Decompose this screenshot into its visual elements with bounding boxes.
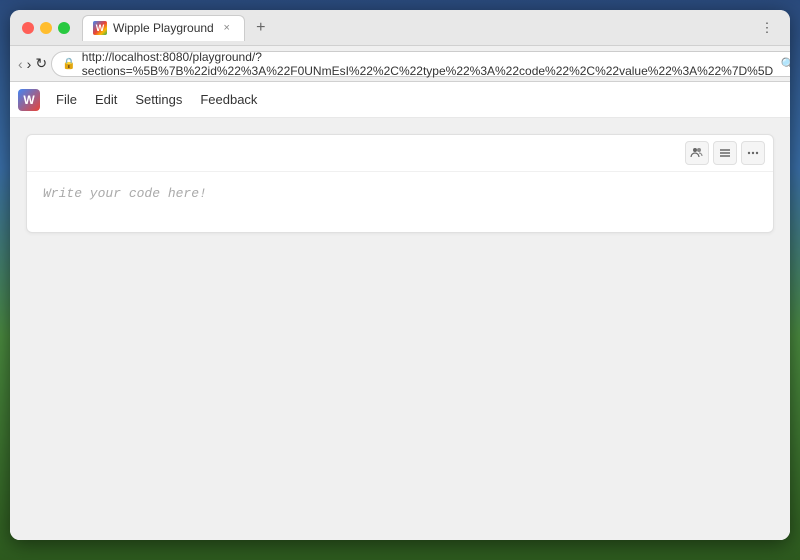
back-button[interactable]: ‹ xyxy=(18,53,23,75)
editor-body[interactable]: Write your code here! xyxy=(27,172,773,232)
tab-bar: W Wipple Playground × + xyxy=(82,15,756,41)
close-button[interactable] xyxy=(22,22,34,34)
address-bar-row: ‹ › ↻ 🔒 http://localhost:8080/playground… xyxy=(10,46,790,82)
more-toolbar-button[interactable] xyxy=(741,141,765,165)
zoom-icon[interactable]: 🔍 xyxy=(779,55,790,73)
traffic-lights xyxy=(22,22,70,34)
maximize-button[interactable] xyxy=(58,22,70,34)
title-bar: W Wipple Playground × + ⋮ xyxy=(10,10,790,46)
users-toolbar-button[interactable] xyxy=(685,141,709,165)
menu-feedback[interactable]: Feedback xyxy=(192,88,265,111)
editor-placeholder: Write your code here! xyxy=(43,186,207,201)
tab-close-button[interactable]: × xyxy=(220,21,234,35)
more-options-button[interactable]: ⋮ xyxy=(756,17,778,39)
menu-file[interactable]: File xyxy=(48,88,85,111)
tab-favicon: W xyxy=(93,21,107,35)
app-content: W File Edit Settings Feedback xyxy=(10,82,790,540)
app-menubar: W File Edit Settings Feedback xyxy=(10,82,790,118)
new-tab-button[interactable]: + xyxy=(249,16,273,40)
workspace: Write your code here! xyxy=(10,118,790,540)
lock-icon: 🔒 xyxy=(62,57,76,70)
list-toolbar-button[interactable] xyxy=(713,141,737,165)
address-text: http://localhost:8080/playground/?sectio… xyxy=(82,50,773,78)
menu-edit[interactable]: Edit xyxy=(87,88,125,111)
editor-toolbar xyxy=(27,135,773,172)
menu-settings[interactable]: Settings xyxy=(127,88,190,111)
active-tab[interactable]: W Wipple Playground × xyxy=(82,15,245,41)
forward-button[interactable]: › xyxy=(27,53,32,75)
editor-card: Write your code here! xyxy=(26,134,774,233)
browser-window: W Wipple Playground × + ⋮ ‹ › ↻ 🔒 http:/… xyxy=(10,10,790,540)
address-bar[interactable]: 🔒 http://localhost:8080/playground/?sect… xyxy=(51,51,790,77)
tab-title: Wipple Playground xyxy=(113,21,214,35)
app-logo: W xyxy=(18,89,40,111)
reload-button[interactable]: ↻ xyxy=(35,53,47,75)
minimize-button[interactable] xyxy=(40,22,52,34)
browser-controls-right: ⋮ xyxy=(756,17,778,39)
address-right-icons: 🔍 ⬆ ☆ xyxy=(779,55,790,73)
